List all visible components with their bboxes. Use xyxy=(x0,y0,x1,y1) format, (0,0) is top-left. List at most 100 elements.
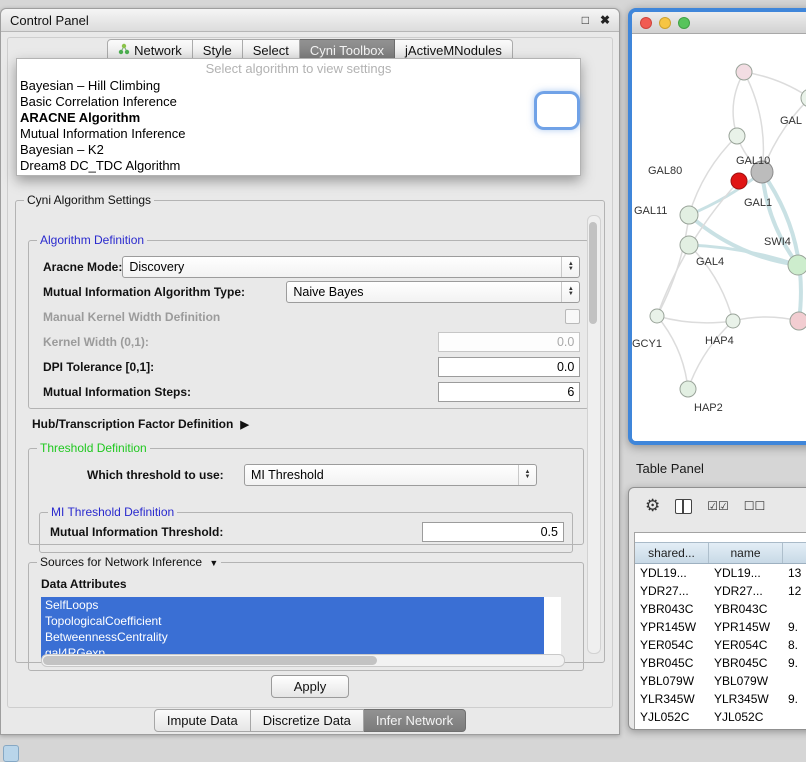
tab-label: Network xyxy=(134,43,182,58)
close-window-icon[interactable]: ✖ xyxy=(600,13,610,27)
mi-algorithm-type-select[interactable]: Naive Bayes xyxy=(286,281,580,303)
network-node[interactable] xyxy=(731,173,747,189)
table-cell: YER054C xyxy=(635,638,709,652)
attribute-list-item[interactable]: SelfLoops xyxy=(41,597,544,613)
which-threshold-label: Which threshold to use: xyxy=(87,468,224,482)
attribute-list-item[interactable]: TopologicalCoefficient xyxy=(41,613,544,629)
network-node[interactable] xyxy=(650,309,664,323)
table-header: shared...name xyxy=(635,542,806,564)
dock-app-icon[interactable] xyxy=(3,745,19,762)
tab-label: jActiveMNodules xyxy=(405,43,502,58)
table-cell: 9. xyxy=(783,656,806,670)
table-row[interactable]: YBR045CYBR045C9. xyxy=(635,654,806,672)
network-node[interactable] xyxy=(790,312,806,330)
manual-kernel-checkbox[interactable] xyxy=(565,309,580,324)
float-window-icon[interactable]: □ xyxy=(582,13,589,27)
table-row[interactable]: YDR27...YDR27...12 xyxy=(635,582,806,600)
desktop: { "window": { "title": "Control Panel" }… xyxy=(0,0,806,762)
table-row[interactable]: YBR043CYBR043C xyxy=(635,600,806,618)
vertical-scrollbar[interactable] xyxy=(587,215,601,654)
algorithm-option[interactable]: Bayesian – Hill Climbing xyxy=(17,78,580,94)
network-node[interactable] xyxy=(736,64,752,80)
node-label: GAL xyxy=(780,115,802,127)
network-node[interactable] xyxy=(680,381,696,397)
columns-icon[interactable] xyxy=(675,499,692,514)
attribute-list-item[interactable]: BetweennessCentrality xyxy=(41,629,544,645)
algorithm-option[interactable]: Dream8 DC_TDC Algorithm xyxy=(17,158,580,174)
column-header[interactable] xyxy=(783,543,806,563)
horizontal-scrollbar-thumb[interactable] xyxy=(43,656,377,665)
zoom-traffic-light-icon[interactable] xyxy=(678,17,690,29)
network-node[interactable] xyxy=(680,236,698,254)
aracne-mode-label: Aracne Mode: xyxy=(43,260,122,274)
network-canvas[interactable]: GALGAL80GAL10GAL11GAL1SWI4GAL4GCY1HAP4HA… xyxy=(632,34,806,442)
gear-icon[interactable]: ⚙ xyxy=(645,496,660,516)
table-row[interactable]: YER054CYER054C8. xyxy=(635,636,806,654)
algorithm-option[interactable]: Bayesian – K2 xyxy=(17,142,580,158)
table-row[interactable]: YDL19...YDL19...13 xyxy=(635,564,806,582)
node-label: GAL11 xyxy=(634,205,667,217)
algorithm-definition-group: Algorithm Definition Aracne Mode: Discov… xyxy=(28,233,589,409)
network-node[interactable] xyxy=(729,128,745,144)
network-node[interactable] xyxy=(680,206,698,224)
table-row[interactable]: YJL052CYJL052C xyxy=(635,708,806,726)
table-row[interactable]: YLR345WYLR345W9. xyxy=(635,690,806,708)
sources-group: Sources for Network Inference ▼ Data Att… xyxy=(28,555,584,671)
mi-threshold-field[interactable]: 0.5 xyxy=(422,522,564,542)
table-cell: YLR345W xyxy=(635,692,709,706)
cyni-settings-group: Cyni Algorithm Settings Algorithm Defini… xyxy=(15,193,605,663)
node-label: GAL4 xyxy=(696,256,724,268)
which-threshold-value: MI Threshold xyxy=(251,468,324,482)
mi-threshold-group: MI Threshold Definition Mutual Informati… xyxy=(39,505,573,553)
cyni-settings-title: Cyni Algorithm Settings xyxy=(24,193,154,207)
table-cell: 9. xyxy=(783,620,806,634)
combo-arrows-icon xyxy=(518,465,536,485)
bottom-tab-discretize-data[interactable]: Discretize Data xyxy=(251,709,364,732)
column-header[interactable]: name xyxy=(709,543,783,563)
algorithm-option-list: Bayesian – Hill ClimbingBasic Correlatio… xyxy=(17,78,580,174)
table-panel-title: Table Panel xyxy=(636,461,704,476)
focused-control-remnant[interactable] xyxy=(537,94,577,127)
table-cell: YJL052C xyxy=(709,710,783,724)
deselect-all-columns-icon[interactable]: ☐☐ xyxy=(744,499,766,513)
table-row[interactable]: YBL079WYBL079W xyxy=(635,672,806,690)
threshold-definition-title: Threshold Definition xyxy=(37,441,150,455)
network-edge xyxy=(657,316,688,389)
apply-button[interactable]: Apply xyxy=(271,675,350,698)
data-attributes-list: SelfLoopsTopologicalCoefficientBetweenne… xyxy=(41,597,561,661)
sources-expander[interactable]: Sources for Network Inference ▼ xyxy=(37,555,221,569)
which-threshold-select[interactable]: MI Threshold xyxy=(244,464,537,486)
column-header[interactable]: shared... xyxy=(635,543,709,563)
network-graph[interactable]: GALGAL80GAL10GAL11GAL1SWI4GAL4GCY1HAP4HA… xyxy=(632,34,806,442)
vertical-scrollbar-thumb[interactable] xyxy=(589,222,597,324)
collapse-down-icon: ▼ xyxy=(209,558,218,568)
sources-title: Sources for Network Inference xyxy=(40,555,202,569)
hub-definition-expander[interactable]: Hub/Transcription Factor Definition ▶ xyxy=(32,417,249,431)
network-node[interactable] xyxy=(801,89,806,107)
horizontal-scrollbar[interactable] xyxy=(41,654,565,667)
dpi-tolerance-field[interactable]: 0.0 xyxy=(438,357,580,377)
threshold-definition-group: Threshold Definition Which threshold to … xyxy=(28,441,584,545)
algorithm-option[interactable]: ARACNE Algorithm xyxy=(17,110,580,126)
mi-steps-field[interactable]: 6 xyxy=(438,382,580,402)
algorithm-option[interactable]: Basic Correlation Inference xyxy=(17,94,580,110)
table-toolbar: ⚙ ☑☑ ☐☐ xyxy=(629,488,806,524)
network-node[interactable] xyxy=(726,314,740,328)
table-cell: YBR043C xyxy=(635,602,709,616)
aracne-mode-value: Discovery xyxy=(129,260,184,274)
aracne-mode-select[interactable]: Discovery xyxy=(122,256,580,278)
table-body: YDL19...YDL19...13YDR27...YDR27...12YBR0… xyxy=(635,564,806,726)
cyni-bottom-tabs: Impute DataDiscretize DataInfer Network xyxy=(1,709,619,732)
kernel-width-field[interactable]: 0.0 xyxy=(438,332,580,352)
bottom-tab-impute-data[interactable]: Impute Data xyxy=(154,709,251,732)
combo-arrows-icon xyxy=(561,282,579,302)
table-row[interactable]: YPR145WYPR145W9. xyxy=(635,618,806,636)
minimize-traffic-light-icon[interactable] xyxy=(659,17,671,29)
close-traffic-light-icon[interactable] xyxy=(640,17,652,29)
select-all-columns-icon[interactable]: ☑☑ xyxy=(707,499,729,513)
algorithm-option[interactable]: Mutual Information Inference xyxy=(17,126,580,142)
network-node[interactable] xyxy=(788,255,806,275)
network-edge xyxy=(657,215,689,316)
bottom-tab-infer-network[interactable]: Infer Network xyxy=(364,709,466,732)
table-cell: YDR27... xyxy=(635,584,709,598)
